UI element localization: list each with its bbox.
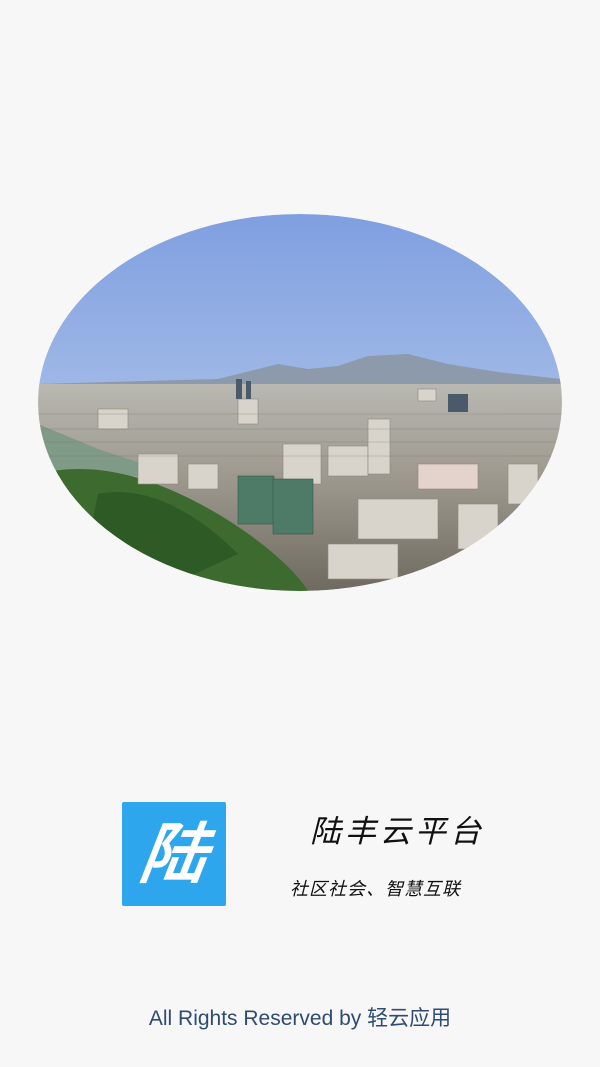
logo-character: 陆: [135, 815, 213, 893]
app-logo: 陆: [122, 802, 226, 906]
city-skyline-photo: [38, 214, 562, 591]
splash-screen: 陆 陆丰云平台 社区社会、智慧互联 All Rights Reserved by…: [0, 0, 600, 1067]
copyright-footer: All Rights Reserved by 轻云应用: [148, 1007, 452, 1030]
brand-slogan: 社区社会、智慧互联: [290, 879, 461, 900]
brand-title: 陆丰云平台: [310, 814, 485, 850]
